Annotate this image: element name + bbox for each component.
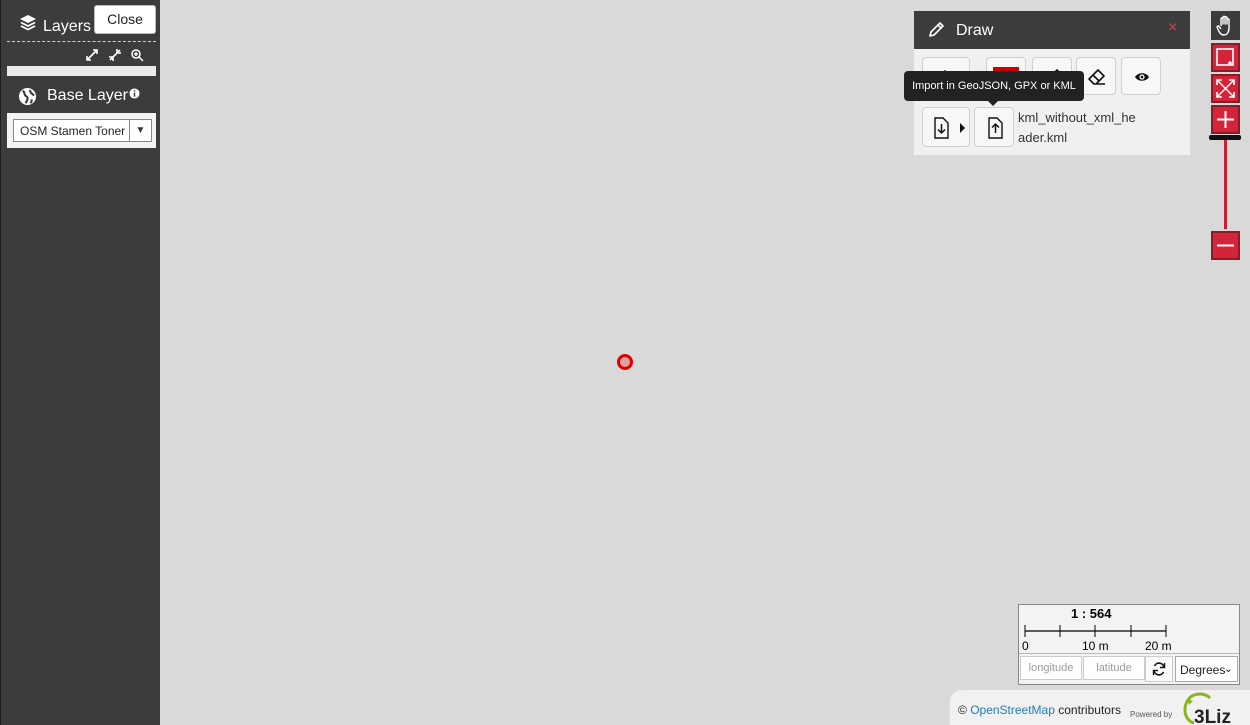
refresh-coordinates-button[interactable]: [1145, 656, 1173, 682]
scale-ratio: 1 : 564: [1071, 606, 1112, 621]
zoom-out-button[interactable]: [1211, 231, 1240, 260]
scale-label-0: 0: [1022, 639, 1029, 653]
export-icon: [934, 117, 949, 139]
zoom-extent-button[interactable]: [1211, 74, 1240, 103]
map-marker-point[interactable]: [617, 354, 633, 370]
lizmap-3liz-logo[interactable]: 3Liz: [1178, 690, 1244, 725]
import-tooltip: Import in GeoJSON, GPX or KML: [904, 71, 1084, 101]
base-layer-selected-value: OSM Stamen Toner: [20, 124, 126, 138]
base-layer-header: Base Layer: [7, 84, 156, 108]
scale-and-coordinates-panel: 1 : 564 0 10 m 20 m longitude latitude D…: [1018, 604, 1240, 685]
coordinates-row: longitude latitude Degrees ⌄: [1019, 653, 1239, 685]
globe-icon: [18, 87, 37, 106]
zoom-to-layer-icon[interactable]: [130, 48, 144, 62]
longitude-input[interactable]: longitude: [1020, 656, 1082, 680]
zoom-box-icon: [1216, 48, 1234, 66]
toggle-visibility-button[interactable]: [1121, 57, 1161, 95]
expand-all-icon[interactable]: [85, 48, 99, 62]
zoom-out-icon: [1217, 244, 1234, 247]
svg-text:3Liz: 3Liz: [1194, 707, 1231, 725]
close-icon[interactable]: ×: [1168, 19, 1177, 37]
scale-bar: [1024, 625, 1167, 637]
import-file-name-line2: ader.kml: [1018, 130, 1068, 145]
base-layer-box: OSM Stamen Toner ▼: [7, 113, 156, 148]
attribution-text: © OpenStreetMap contributors: [958, 703, 1121, 717]
import-file-name: kml_without_xml_he ader.kml: [1018, 108, 1148, 148]
coordinate-unit-value: Degrees: [1180, 663, 1226, 677]
latitude-input[interactable]: latitude: [1083, 656, 1145, 680]
map-attribution: © OpenStreetMap contributors Powered by …: [950, 690, 1250, 725]
pan-hand-icon: [1216, 15, 1230, 36]
zoom-slider-track[interactable]: [1224, 137, 1227, 229]
pencil-icon: [929, 22, 944, 37]
close-layers-button[interactable]: Close: [94, 5, 156, 34]
refresh-icon: [1152, 662, 1166, 676]
attribution-suffix: contributors: [1058, 703, 1121, 717]
chevron-down-icon: ▼: [129, 120, 151, 141]
visibility-eye-icon: [1135, 73, 1149, 81]
import-file-name-line1: kml_without_xml_he: [1018, 110, 1136, 125]
layers-title: Layers: [43, 18, 92, 35]
layers-icon: [20, 15, 36, 31]
import-button[interactable]: [974, 107, 1014, 147]
zoom-in-button[interactable]: [1211, 105, 1240, 134]
scale-label-20m: 20 m: [1145, 639, 1172, 653]
draw-title: Draw: [956, 22, 994, 39]
coordinate-unit-select[interactable]: Degrees ⌄: [1175, 656, 1238, 682]
export-button[interactable]: [922, 107, 970, 147]
layers-panel: Layers Close Base Layer OSM Stamen Toner: [0, 0, 160, 725]
layer-tree-toolbar: [7, 46, 156, 64]
draw-header: Draw ×: [914, 11, 1190, 49]
base-layer-select[interactable]: OSM Stamen Toner ▼: [13, 119, 152, 142]
copyright-symbol: ©: [958, 703, 967, 717]
zoom-in-icon: [1217, 111, 1234, 128]
tooltip-arrow: [988, 101, 998, 106]
layers-header: Layers Close: [7, 4, 156, 42]
zoom-box-button[interactable]: [1211, 43, 1240, 72]
info-icon[interactable]: [129, 88, 140, 99]
zoom-slider-handle[interactable]: [1209, 135, 1241, 140]
layer-tree-area: [7, 66, 156, 76]
caret-right-icon: [960, 123, 965, 133]
chevron-down-icon: ⌄: [1223, 663, 1233, 675]
pan-button[interactable]: [1211, 11, 1240, 40]
erase-icon: [1088, 69, 1105, 85]
scale-label-10m: 10 m: [1082, 639, 1109, 653]
base-layer-title: Base Layer: [47, 87, 128, 104]
powered-by-label: Powered by: [1130, 710, 1173, 719]
collapse-all-icon[interactable]: [108, 48, 122, 62]
import-icon: [988, 117, 1003, 139]
zoom-extent-icon: [1216, 79, 1235, 98]
openstreetmap-link[interactable]: OpenStreetMap: [970, 703, 1055, 717]
